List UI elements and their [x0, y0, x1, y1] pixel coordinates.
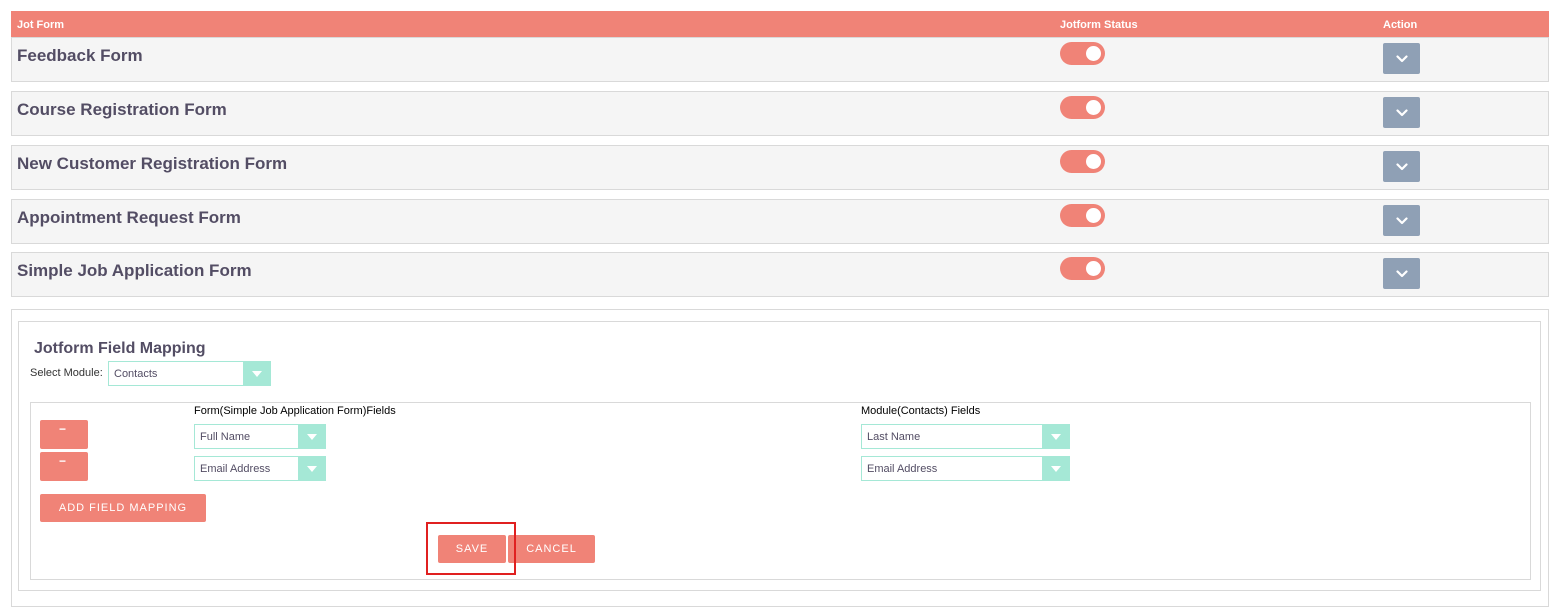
- chevron-down-icon: [1395, 216, 1408, 224]
- action-dropdown-button[interactable]: [1383, 43, 1420, 74]
- column-header-action: Action: [1383, 19, 1418, 31]
- caret-down-icon: [251, 370, 262, 377]
- status-toggle[interactable]: [1060, 42, 1105, 65]
- form-row-new-customer-registration: New Customer Registration Form: [11, 145, 1549, 190]
- form-row-simple-job-application: Simple Job Application Form: [11, 252, 1549, 297]
- caret-down-icon: [306, 465, 317, 472]
- chevron-down-icon: [1395, 108, 1408, 116]
- form-row-feedback: Feedback Form: [11, 37, 1549, 82]
- form-field-value: Email Address: [200, 463, 271, 475]
- module-field-select[interactable]: Email Address: [861, 456, 1070, 481]
- chevron-down-icon: [1395, 54, 1408, 62]
- form-row-appointment-request: Appointment Request Form: [11, 199, 1549, 244]
- caret-down-icon: [1050, 465, 1061, 472]
- action-dropdown-button[interactable]: [1383, 205, 1420, 236]
- add-field-mapping-button[interactable]: ADD FIELD MAPPING: [40, 494, 206, 522]
- caret-down-icon: [306, 433, 317, 440]
- form-field-select[interactable]: Full Name: [194, 424, 326, 449]
- column-header-status: Jotform Status: [1060, 19, 1138, 31]
- module-select-value: Contacts: [114, 368, 158, 380]
- toggle-knob: [1086, 100, 1101, 115]
- cancel-button[interactable]: CANCEL: [508, 535, 595, 563]
- select-arrow: [1042, 457, 1069, 480]
- toggle-knob: [1086, 46, 1101, 61]
- form-fields-header: Form(Simple Job Application Form)Fields: [194, 405, 396, 417]
- toggle-knob: [1086, 208, 1101, 223]
- module-fields-header: Module(Contacts) Fields: [861, 405, 981, 417]
- status-toggle[interactable]: [1060, 257, 1105, 280]
- caret-down-icon: [1050, 433, 1061, 440]
- column-header-jot-form: Jot Form: [17, 19, 65, 31]
- module-select[interactable]: Contacts: [108, 361, 271, 386]
- save-button[interactable]: SAVE: [438, 535, 506, 563]
- form-field-value: Full Name: [200, 431, 251, 443]
- status-toggle[interactable]: [1060, 204, 1105, 227]
- form-name: Simple Job Application Form: [17, 261, 252, 280]
- status-toggle[interactable]: [1060, 150, 1105, 173]
- form-name: Course Registration Form: [17, 100, 227, 119]
- mapping-title: Jotform Field Mapping: [34, 340, 206, 357]
- chevron-down-icon: [1395, 269, 1408, 277]
- form-name: Feedback Form: [17, 46, 143, 65]
- module-field-select[interactable]: Last Name: [861, 424, 1070, 449]
- action-dropdown-button[interactable]: [1383, 258, 1420, 289]
- select-module-label: Select Module:: [30, 367, 103, 379]
- form-name: Appointment Request Form: [17, 208, 241, 227]
- chevron-down-icon: [1395, 162, 1408, 170]
- remove-mapping-button[interactable]: −: [40, 420, 88, 449]
- select-arrow: [298, 425, 325, 448]
- select-arrow: [298, 457, 325, 480]
- toggle-knob: [1086, 154, 1101, 169]
- status-toggle[interactable]: [1060, 96, 1105, 119]
- table-header: Jot Form Jotform Status Action: [11, 11, 1549, 38]
- form-name: New Customer Registration Form: [17, 154, 288, 173]
- select-arrow: [243, 362, 270, 385]
- module-field-value: Last Name: [867, 431, 921, 443]
- action-dropdown-button[interactable]: [1383, 151, 1420, 182]
- toggle-knob: [1086, 261, 1101, 276]
- minus-icon: −: [59, 422, 67, 436]
- module-field-value: Email Address: [867, 463, 938, 475]
- select-arrow: [1042, 425, 1069, 448]
- minus-icon: −: [59, 454, 67, 468]
- form-row-course-registration: Course Registration Form: [11, 91, 1549, 136]
- form-field-select[interactable]: Email Address: [194, 456, 326, 481]
- remove-mapping-button[interactable]: −: [40, 452, 88, 481]
- action-dropdown-button[interactable]: [1383, 97, 1420, 128]
